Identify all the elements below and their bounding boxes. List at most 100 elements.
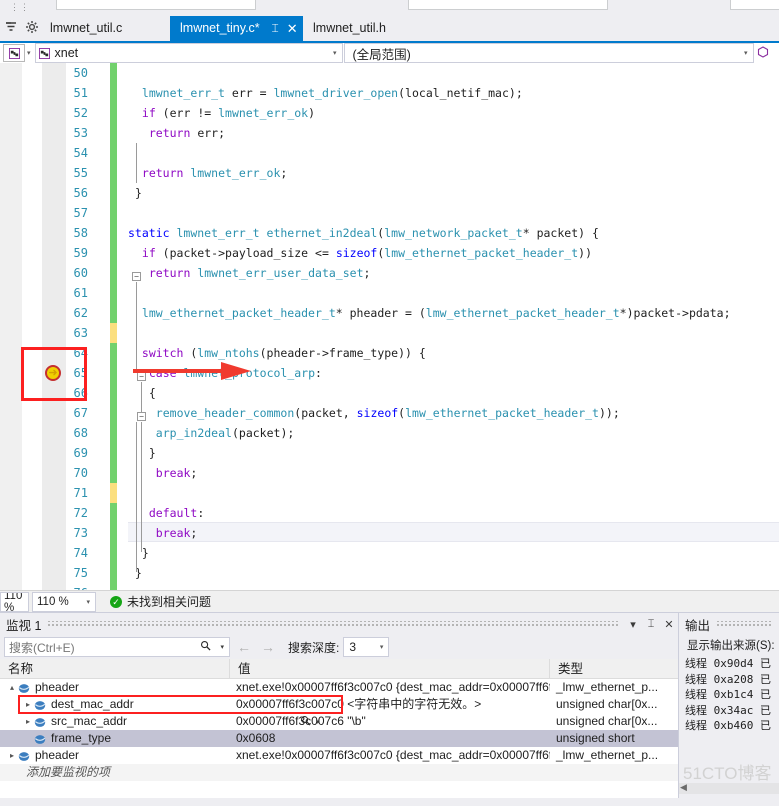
output-horizontal-scrollbar[interactable]: ◀	[679, 782, 779, 794]
code-line[interactable]: 66{	[0, 383, 779, 403]
search-prev-button[interactable]: ←	[234, 639, 254, 655]
value-visualizer-dropdown-icon[interactable]: ▾	[316, 718, 320, 726]
change-indicator	[110, 123, 117, 143]
problem-status[interactable]: ✓ 未找到相关问题	[110, 593, 211, 610]
watch-value-cell[interactable]: xnet.exe!0x00007ff6f3c007c0 {dest_mac_ad…	[230, 679, 550, 696]
code-line[interactable]: 56}	[0, 183, 779, 203]
code-line[interactable]: 57	[0, 203, 779, 223]
brace-guide	[136, 143, 137, 183]
panel-pin-icon[interactable]: ⌶	[642, 618, 660, 631]
watch-value-cell[interactable]: xnet.exe!0x00007ff6f3c007c0 {dest_mac_ad…	[230, 747, 550, 764]
column-header-type[interactable]: 类型	[550, 659, 678, 678]
tab-lmwnet-tiny-c[interactable]: lmwnet_tiny.c* ⌶ ✕	[170, 16, 306, 41]
code-line[interactable]: 59 if (packet->payload_size <= sizeof(lmw…	[0, 243, 779, 263]
close-icon[interactable]: ✕	[287, 16, 298, 41]
code-line[interactable]: 50	[0, 63, 779, 83]
expand-triangle-icon[interactable]: ▸	[22, 713, 34, 730]
table-row[interactable]: ▸ pheader xnet.exe!0x00007ff6f3c007c0 {des…	[0, 747, 678, 764]
code-line[interactable]: 60 return lmwnet_err_user_data_set;	[0, 263, 779, 283]
code-line[interactable]: 54	[0, 143, 779, 163]
watch-variable-name: src_mac_addr	[51, 714, 128, 728]
code-line[interactable]: 58 static lmwnet_err_t ethernet_in2deal(l…	[0, 223, 779, 243]
toolbar-combo-1[interactable]	[56, 0, 256, 10]
scope-combo[interactable]: (全局范围) ▾	[343, 43, 754, 63]
problem-status-label: 未找到相关问题	[127, 595, 212, 609]
code-text: default:	[148, 506, 205, 520]
watch-value-cell[interactable]: 0x00007ff6f3c007c6 "\b"	[230, 713, 550, 730]
code-line[interactable]: 63	[0, 323, 779, 343]
watch-name-cell[interactable]: ▸ src_mac_addr	[0, 713, 230, 730]
chevron-down-icon[interactable]: ▾	[333, 49, 337, 57]
change-indicator	[110, 463, 117, 483]
code-text: if (packet->payload_size <= sizeof(lmw_e…	[141, 246, 593, 260]
code-line[interactable]: 75}	[0, 563, 779, 583]
zoom-level-combo[interactable]: 110 % ▾	[32, 591, 96, 612]
code-line[interactable]: 65case lmwnet_protocol_arp:	[0, 363, 779, 383]
code-line[interactable]: 62 lmw_ethernet_packet_header_t* pheader …	[0, 303, 779, 323]
panel-close-icon[interactable]: ✕	[660, 618, 678, 631]
code-line[interactable]: 73 break;	[0, 523, 779, 543]
search-options-icon[interactable]: ▾	[220, 643, 224, 651]
code-line[interactable]: 52 if (err != lmwnet_err_ok)	[0, 103, 779, 123]
code-line[interactable]: 69}	[0, 443, 779, 463]
column-header-value[interactable]: 值	[230, 659, 550, 678]
project-combo[interactable]: xnet ▾	[34, 43, 343, 63]
code-line[interactable]: 70 break;	[0, 463, 779, 483]
nav-caret-icon[interactable]: ▾	[27, 49, 31, 57]
collapse-triangle-icon[interactable]: ▴	[6, 679, 18, 696]
code-line[interactable]: 55 return lmwnet_err_ok;	[0, 163, 779, 183]
code-editor[interactable]: 50 51 lmwnet_err_t err = lmwnet_driver_ope…	[0, 63, 779, 590]
column-header-name[interactable]: 名称	[0, 659, 230, 678]
toolbar-combo-2[interactable]	[408, 0, 608, 10]
table-row[interactable]: ▴ pheader xnet.exe!0x00007ff6f3c007c0 {des…	[0, 679, 678, 696]
chevron-down-icon[interactable]: ▾	[86, 598, 90, 606]
project-icon-button[interactable]	[3, 44, 25, 62]
code-line[interactable]: 71	[0, 483, 779, 503]
tab-lmwnet-util-c[interactable]: lmwnet_util.c	[40, 16, 133, 41]
change-indicator	[110, 83, 117, 103]
code-line[interactable]: 61	[0, 283, 779, 303]
tab-label: lmwnet_util.h	[313, 21, 386, 35]
pin-icon[interactable]: ⌶	[271, 16, 278, 41]
scroll-left-icon[interactable]: ◀	[680, 782, 687, 793]
collapse-box-line58[interactable]: −	[132, 272, 141, 281]
watch-name-cell[interactable]: ▴ pheader	[0, 679, 230, 696]
value-visualizer-icon[interactable]	[300, 715, 311, 729]
output-lines[interactable]: 线程 0x90d4 已线程 0xa208 已线程 0xb1c4 已线程 0x34…	[679, 653, 779, 734]
table-row[interactable]: frame_type 0x0608 unsigned short	[0, 730, 678, 747]
tab-lmwnet-util-h[interactable]: lmwnet_util.h	[303, 16, 396, 41]
member-icon[interactable]	[757, 45, 769, 61]
collapse-box-line66[interactable]: −	[137, 412, 146, 421]
code-line[interactable]: 67 remove_header_common(packet, sizeof(lm…	[0, 403, 779, 423]
panel-menu-icon[interactable]: ▾	[624, 618, 642, 631]
code-line[interactable]: 51 lmwnet_err_t err = lmwnet_driver_open(…	[0, 83, 779, 103]
watch-name-cell[interactable]: frame_type	[0, 730, 230, 747]
search-depth-combo[interactable]: 3 ▾	[343, 637, 390, 657]
expand-triangle-icon[interactable]: ▸	[6, 747, 18, 764]
search-input[interactable]: 搜索(Ctrl+E) ▾	[4, 637, 230, 657]
search-next-button[interactable]: →	[258, 639, 278, 655]
tab-list-icon[interactable]	[4, 20, 18, 34]
panel-drag-dots	[716, 620, 773, 628]
code-line[interactable]: 68 arp_in2deal(packet);	[0, 423, 779, 443]
code-line[interactable]: 64 switch (lmw_ntohs(pheader->frame_type)…	[0, 343, 779, 363]
watch-name-cell[interactable]: ▸ pheader	[0, 747, 230, 764]
watch-value-cell[interactable]: 0x0608	[230, 730, 550, 747]
zoom-level-small[interactable]: 110 %	[0, 591, 29, 612]
code-line[interactable]: 74}	[0, 543, 779, 563]
watch-table: 名称 值 类型 ▴ pheader xnet.exe!0x00007ff6f3c00…	[0, 659, 678, 806]
change-indicator	[110, 403, 117, 423]
code-line[interactable]: 72 default:	[0, 503, 779, 523]
frame-type-annotation-box	[18, 695, 343, 714]
breakpoint-annotation-box	[21, 347, 87, 401]
editor-status-bar: 110 % 110 % ▾ ✓ 未找到相关问题	[0, 590, 779, 612]
code-line[interactable]: 53 return err;	[0, 123, 779, 143]
table-row[interactable]: ▸ src_mac_addr 0x00007ff6f3c007c6 "\b" ▾ uns…	[0, 713, 678, 730]
toolbar-combo-3[interactable]	[730, 0, 779, 10]
search-icon[interactable]	[200, 640, 211, 654]
gear-icon[interactable]	[25, 20, 39, 34]
chevron-down-icon[interactable]: ▾	[380, 643, 384, 651]
add-watch-row[interactable]: 添加要监视的项	[0, 764, 678, 781]
code-line[interactable]: 76	[0, 583, 779, 590]
chevron-down-icon[interactable]: ▾	[744, 49, 748, 57]
